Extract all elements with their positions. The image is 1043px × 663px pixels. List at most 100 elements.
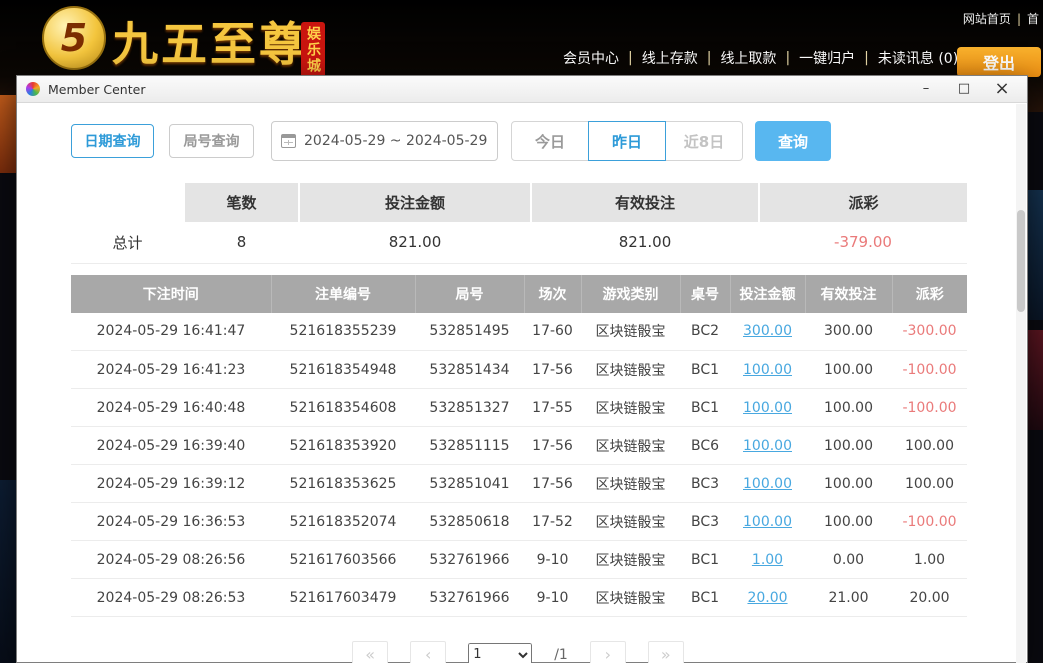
- page-select[interactable]: 1: [468, 643, 532, 663]
- bet-amount-link[interactable]: 1.00: [730, 541, 805, 579]
- cell-session: 9-10: [524, 579, 581, 617]
- close-button[interactable]: ×: [983, 76, 1021, 102]
- summary-header-count: 笔数: [184, 183, 299, 222]
- window-title: Member Center: [48, 82, 907, 97]
- top-links: 网站首页 | 首: [963, 10, 1039, 27]
- cell-table-no: BC1: [680, 579, 730, 617]
- bet-amount-link[interactable]: 300.00: [730, 313, 805, 351]
- prev-page-button[interactable]: ‹: [410, 641, 446, 663]
- col-bet-amount: 投注金额: [730, 275, 805, 313]
- bet-record-row: 2024-05-29 16:36:53 521618352074 5328506…: [71, 503, 967, 541]
- cell-payout: 100.00: [892, 465, 967, 503]
- member-center-window: Member Center – □ × 日期查询 局号查询 今日 昨日 近8日 …: [16, 75, 1028, 663]
- summary-total-bet: 821.00: [299, 222, 531, 263]
- page-total-label: /1: [554, 647, 568, 663]
- records-header-row: 下注时间 注单编号 局号 场次 游戏类别 桌号 投注金额 有效投注 派彩: [71, 275, 967, 313]
- cell-bet-time: 2024-05-29 16:40:48: [71, 389, 271, 427]
- cell-payout: -300.00: [892, 313, 967, 351]
- background-art: [0, 480, 16, 663]
- cell-round-id: 532851115: [415, 427, 524, 465]
- cell-session: 17-55: [524, 389, 581, 427]
- date-range-input[interactable]: [304, 133, 488, 149]
- search-button[interactable]: 查询: [755, 121, 831, 161]
- cell-session: 17-60: [524, 313, 581, 351]
- cell-valid-bet: 21.00: [805, 579, 892, 617]
- cell-bet-time: 2024-05-29 08:26:53: [71, 579, 271, 617]
- bet-record-row: 2024-05-29 16:39:12 521618353625 5328510…: [71, 465, 967, 503]
- col-session: 场次: [524, 275, 581, 313]
- pagination: « ‹ 1 /1 › »: [71, 641, 965, 663]
- logout-button[interactable]: 登出: [957, 47, 1041, 77]
- cell-order-id: 521618354948: [271, 351, 415, 389]
- cell-table-no: BC6: [680, 427, 730, 465]
- yesterday-button[interactable]: 昨日: [588, 121, 666, 161]
- cell-session: 17-56: [524, 427, 581, 465]
- cell-round-id: 532850618: [415, 503, 524, 541]
- bet-record-row: 2024-05-29 16:41:23 521618354948 5328514…: [71, 351, 967, 389]
- cell-payout: -100.00: [892, 389, 967, 427]
- bet-amount-link[interactable]: 100.00: [730, 351, 805, 389]
- tab-round-query[interactable]: 局号查询: [169, 124, 254, 158]
- col-round-id: 局号: [415, 275, 524, 313]
- cell-session: 17-52: [524, 503, 581, 541]
- summary-header-valid: 有效投注: [531, 183, 759, 222]
- cell-round-id: 532851327: [415, 389, 524, 427]
- col-game-type: 游戏类别: [581, 275, 680, 313]
- nav-unread-messages[interactable]: 未读讯息 (0): [878, 48, 958, 68]
- background-art: [1028, 190, 1043, 320]
- app-icon: [26, 82, 40, 96]
- summary-header-blank: [71, 183, 184, 222]
- bet-amount-link[interactable]: 100.00: [730, 465, 805, 503]
- vertical-scrollbar[interactable]: [1016, 104, 1026, 663]
- tab-date-query[interactable]: 日期查询: [71, 124, 154, 158]
- cell-game-type: 区块链骰宝: [581, 579, 680, 617]
- bet-record-row: 2024-05-29 16:39:40 521618353920 5328511…: [71, 427, 967, 465]
- cell-session: 9-10: [524, 541, 581, 579]
- cell-game-type: 区块链骰宝: [581, 351, 680, 389]
- today-button[interactable]: 今日: [511, 121, 589, 161]
- cell-game-type: 区块链骰宝: [581, 503, 680, 541]
- maximize-button[interactable]: □: [945, 76, 983, 102]
- cell-order-id: 521618353920: [271, 427, 415, 465]
- separator: |: [1017, 12, 1021, 26]
- cell-order-id: 521618352074: [271, 503, 415, 541]
- window-titlebar[interactable]: Member Center – □ ×: [17, 76, 1027, 103]
- first-page-button[interactable]: «: [352, 641, 388, 663]
- cell-payout: -100.00: [892, 503, 967, 541]
- member-center-content: 日期查询 局号查询 今日 昨日 近8日 查询 笔数 投注金额 有效投注: [17, 103, 1027, 663]
- last-page-button[interactable]: »: [648, 641, 684, 663]
- bet-amount-link[interactable]: 100.00: [730, 503, 805, 541]
- nav-member-center[interactable]: 会员中心: [563, 48, 619, 68]
- cell-valid-bet: 300.00: [805, 313, 892, 351]
- minimize-button[interactable]: –: [907, 76, 945, 102]
- cell-table-no: BC1: [680, 389, 730, 427]
- recent-8-days-button[interactable]: 近8日: [665, 121, 743, 161]
- separator: |: [628, 50, 633, 66]
- nav-withdraw[interactable]: 线上取款: [720, 48, 776, 68]
- cell-table-no: BC3: [680, 465, 730, 503]
- site-logo-coin: 5: [42, 6, 106, 70]
- cell-bet-time: 2024-05-29 16:39:40: [71, 427, 271, 465]
- scrollbar-thumb[interactable]: [1017, 210, 1025, 312]
- window-controls: – □ ×: [907, 76, 1021, 102]
- summary-table: 笔数 投注金额 有效投注 派彩 总计 8 821.00 821.00 -379.…: [71, 183, 967, 264]
- top-link-partial[interactable]: 首: [1027, 10, 1039, 27]
- cell-order-id: 521618354608: [271, 389, 415, 427]
- date-range-field[interactable]: [271, 121, 498, 161]
- background-art: [1028, 330, 1043, 430]
- bet-amount-link[interactable]: 100.00: [730, 389, 805, 427]
- cell-valid-bet: 100.00: [805, 465, 892, 503]
- bet-amount-link[interactable]: 100.00: [730, 427, 805, 465]
- nav-deposit[interactable]: 线上存款: [642, 48, 698, 68]
- separator: |: [864, 50, 869, 66]
- nav-one-key-transfer[interactable]: 一键归户: [799, 48, 855, 68]
- bet-records-table: 下注时间 注单编号 局号 场次 游戏类别 桌号 投注金额 有效投注 派彩 202…: [71, 275, 967, 618]
- background-art: [0, 95, 16, 173]
- top-link-home[interactable]: 网站首页: [963, 10, 1011, 27]
- next-page-button[interactable]: ›: [590, 641, 626, 663]
- cell-game-type: 区块链骰宝: [581, 465, 680, 503]
- cell-round-id: 532761966: [415, 541, 524, 579]
- cell-table-no: BC1: [680, 541, 730, 579]
- bet-amount-link[interactable]: 20.00: [730, 579, 805, 617]
- cell-order-id: 521618353625: [271, 465, 415, 503]
